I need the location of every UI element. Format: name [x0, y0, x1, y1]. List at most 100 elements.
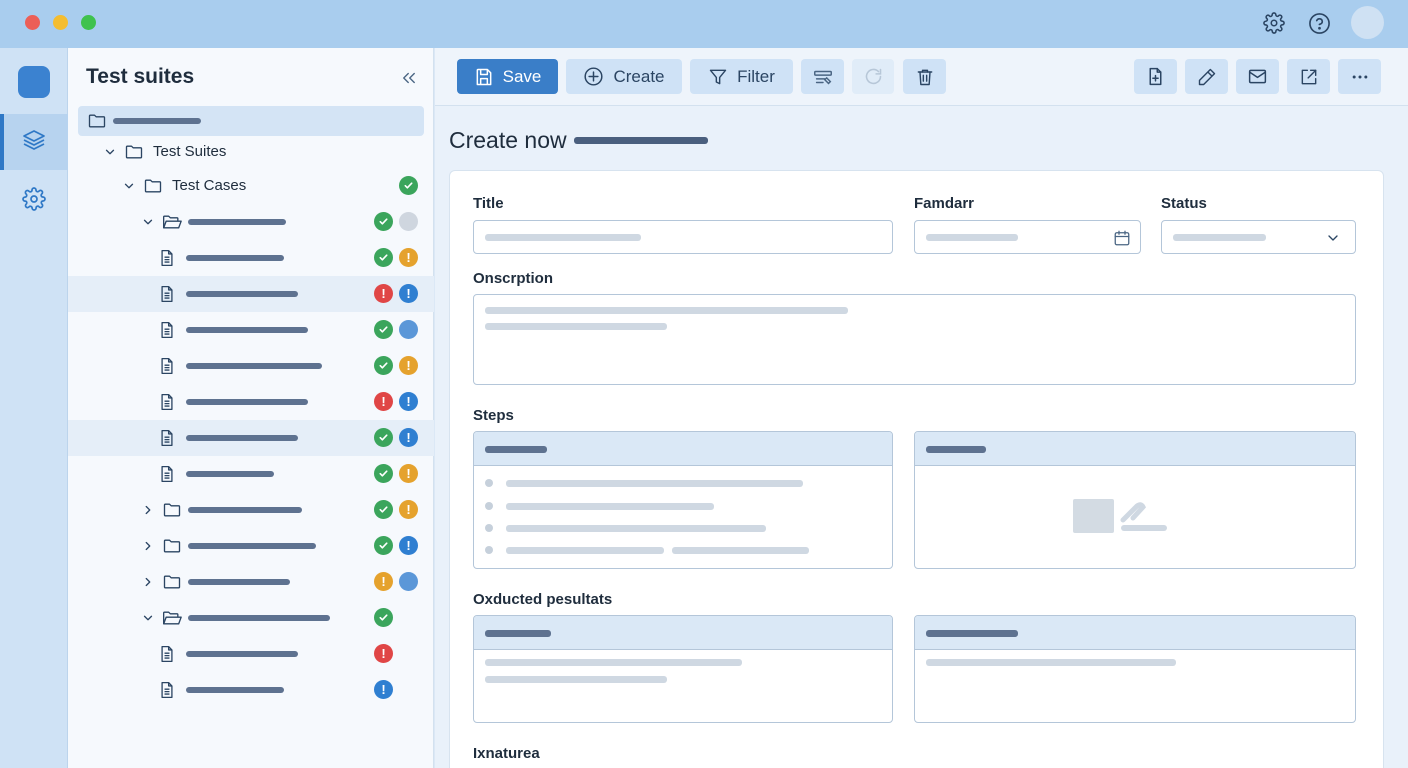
new-file-icon: [1145, 66, 1166, 87]
pending-status-icon: [399, 212, 418, 231]
chevron-down-icon[interactable]: [103, 145, 117, 159]
title-input[interactable]: [473, 220, 893, 254]
file-icon: [156, 392, 178, 412]
create-label: Create: [613, 66, 665, 86]
save-label: Save: [502, 66, 542, 86]
warning-status-icon: !: [399, 500, 418, 519]
mail-button[interactable]: [1236, 59, 1279, 94]
date-label: Famdarr: [914, 195, 975, 212]
step-line: [506, 503, 714, 510]
description-line: [485, 323, 667, 330]
tree-item-label-placeholder: [186, 687, 284, 693]
tree-item-test-case[interactable]: !: [68, 456, 434, 492]
folder-icon: [142, 176, 164, 196]
gear-icon[interactable]: [1261, 10, 1287, 36]
tree-item-folder[interactable]: [78, 106, 424, 136]
tree-item-folder[interactable]: !: [68, 528, 434, 564]
steps-label: Steps: [473, 407, 514, 424]
avatar[interactable]: [1351, 6, 1384, 39]
status-select[interactable]: [1161, 220, 1356, 254]
warning-status-icon: !: [399, 248, 418, 267]
folder-icon: [161, 536, 183, 556]
warning-status-icon: !: [374, 572, 393, 591]
header-placeholder: [926, 446, 986, 453]
chevron-down-icon[interactable]: [122, 179, 136, 193]
folder-icon: [123, 142, 145, 162]
chevron-down-icon[interactable]: [141, 611, 155, 625]
edit-button[interactable]: [1185, 59, 1228, 94]
step-line: [506, 547, 664, 554]
app-logo[interactable]: [18, 66, 50, 98]
actual-results-panel[interactable]: [914, 615, 1356, 723]
tree-item-folder[interactable]: Test Suites: [68, 134, 434, 170]
status-placeholder: [1173, 234, 1266, 241]
file-icon: [156, 428, 178, 448]
calendar-icon[interactable]: [1111, 227, 1133, 249]
warning-status-icon: !: [399, 464, 418, 483]
chevron-right-icon[interactable]: [141, 539, 155, 553]
title-placeholder: [485, 234, 641, 241]
tree-item-folder[interactable]: Test Cases: [68, 168, 434, 204]
chevron-right-icon[interactable]: [141, 575, 155, 589]
batch-edit-button[interactable]: [801, 59, 844, 94]
tree-item-test-case[interactable]: !!: [68, 384, 434, 420]
tree-item-test-case[interactable]: !: [68, 420, 434, 456]
description-line: [485, 307, 848, 314]
tree-item-folder[interactable]: [68, 204, 434, 240]
export-icon: [1299, 67, 1319, 87]
steps-attachment-panel[interactable]: [914, 431, 1356, 569]
help-circle-icon[interactable]: [1306, 10, 1332, 36]
date-input[interactable]: [914, 220, 1141, 254]
expected-results-panel[interactable]: [473, 615, 893, 723]
header-placeholder: [485, 630, 551, 637]
chevron-right-icon[interactable]: [141, 503, 155, 517]
more-button[interactable]: [1338, 59, 1381, 94]
tree-item-test-case[interactable]: !: [68, 348, 434, 384]
list-bullet: [485, 479, 493, 487]
check-status-icon: [374, 536, 393, 555]
check-status-icon: [374, 464, 393, 483]
steps-list-panel[interactable]: [473, 431, 893, 569]
image-placeholder-icon: [1073, 499, 1114, 533]
pencil-icon: [1197, 67, 1217, 87]
file-icon: [156, 356, 178, 376]
rail-item-settings[interactable]: [0, 173, 68, 229]
export-button[interactable]: [1287, 59, 1330, 94]
file-icon: [156, 248, 178, 268]
header-placeholder: [485, 446, 547, 453]
chevron-down-icon[interactable]: [141, 215, 155, 229]
delete-button[interactable]: [903, 59, 946, 94]
save-button[interactable]: Save: [457, 59, 558, 94]
check-status-icon: [374, 500, 393, 519]
info-status-icon: !: [399, 284, 418, 303]
tree-item-test-case[interactable]: !!: [68, 276, 434, 312]
tree-item-label: Test Cases: [172, 177, 247, 194]
tree-item-folder[interactable]: [68, 600, 434, 636]
tree-item-test-case[interactable]: !: [68, 672, 434, 708]
window-maximize-button[interactable]: [81, 15, 96, 30]
tree-item-folder[interactable]: !: [68, 492, 434, 528]
tree-item-test-case[interactable]: [68, 312, 434, 348]
tree-item-label-placeholder: [188, 543, 316, 549]
tree-item-folder[interactable]: !: [68, 564, 434, 600]
file-icon: [156, 644, 178, 664]
info-status-icon: !: [399, 428, 418, 447]
filter-button[interactable]: Filter: [690, 59, 793, 94]
new-file-button[interactable]: [1134, 59, 1177, 94]
refresh-button[interactable]: [852, 59, 894, 94]
tree-item-test-case[interactable]: !: [68, 240, 434, 276]
rail-item-test-suites[interactable]: [0, 114, 68, 170]
list-bullet: [485, 524, 493, 532]
window-titlebar: [0, 0, 1408, 48]
create-form-card: Title Famdarr Status Onscrption Steps Ox…: [449, 170, 1384, 768]
window-close-button[interactable]: [25, 15, 40, 30]
tree-item-label-placeholder: [186, 471, 274, 477]
description-textarea[interactable]: [473, 294, 1356, 385]
tree-item-test-case[interactable]: !: [68, 636, 434, 672]
tree-item-label-placeholder: [186, 399, 308, 405]
create-button[interactable]: Create: [566, 59, 682, 94]
collapse-panel-button[interactable]: [397, 66, 421, 90]
save-icon: [474, 67, 494, 87]
tree-item-label: Test Suites: [153, 143, 227, 160]
window-minimize-button[interactable]: [53, 15, 68, 30]
